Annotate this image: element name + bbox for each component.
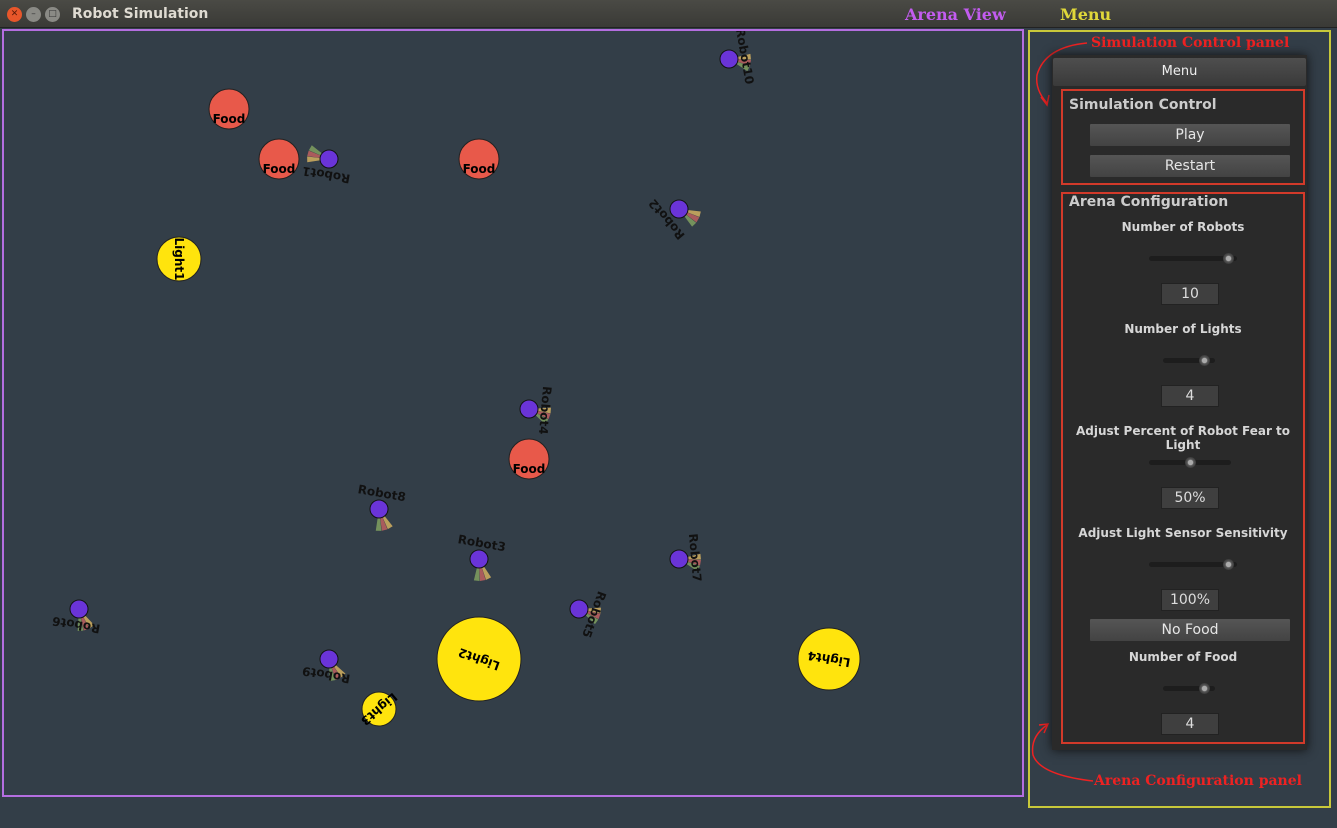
fear-percent-label: Adjust Percent of Robot Fear to Light: [1075, 424, 1291, 452]
food-item: Food: [258, 138, 300, 180]
robot-body: [319, 149, 339, 169]
robot-body: [469, 549, 489, 569]
robot-body: [719, 49, 739, 69]
robot-item: Robot5: [569, 589, 609, 640]
robot-item: Robot9: [301, 649, 351, 686]
food-label: Food: [513, 462, 546, 476]
light-layer: Light1 Light2 Light3 Light4: [156, 236, 861, 728]
no-food-button[interactable]: No Food: [1089, 618, 1291, 642]
arena-canvas: FoodFood FoodFood Light1Light2Light3Light…: [51, 31, 861, 728]
sensor-sensitivity-label: Adjust Light Sensor Sensitivity: [1078, 526, 1288, 540]
food-label: Food: [263, 162, 296, 176]
food-item: Food: [508, 438, 550, 480]
num-lights-slider[interactable]: [1163, 355, 1215, 366]
robot-layer: Robot1 Robot2 Robot3 Robot4 Robot5 Robot6 Robo…: [51, 31, 756, 686]
robot-item: Robot4: [519, 386, 554, 435]
robot-body: [319, 649, 339, 669]
food-item: Food: [458, 138, 500, 180]
arena-configuration-title: Arena Configuration: [1069, 194, 1229, 210]
robot-item: Robot7: [669, 533, 704, 582]
sensor-sensitivity-field[interactable]: 100%: [1161, 589, 1219, 611]
slider-knob[interactable]: [1222, 559, 1234, 570]
robot-body: [569, 599, 589, 619]
robot-body: [69, 599, 89, 619]
light-item: Light3: [358, 690, 400, 728]
robot-body: [669, 199, 689, 219]
simulation-control-section: Simulation Control Play Restart: [1061, 89, 1305, 185]
robot-item: Robot6: [51, 599, 101, 636]
fear-percent-field[interactable]: 50%: [1161, 487, 1219, 509]
play-button[interactable]: Play: [1089, 123, 1291, 147]
robot-item: Robot8: [357, 482, 407, 531]
fear-percent-slider[interactable]: [1149, 457, 1231, 468]
robot-item: Robot2: [646, 196, 701, 242]
simulation-control-title: Simulation Control: [1069, 97, 1217, 113]
food-item: Food: [208, 88, 250, 130]
arena-view-annotation: Arena View: [905, 5, 1006, 24]
num-lights-field[interactable]: 4: [1161, 385, 1219, 407]
food-label: Food: [213, 112, 246, 126]
num-robots-label: Number of Robots: [1121, 220, 1245, 234]
maximize-icon[interactable]: □: [45, 7, 60, 22]
sensor-sensitivity-slider[interactable]: [1149, 559, 1237, 570]
slider-knob[interactable]: [1222, 253, 1234, 264]
close-icon[interactable]: ✕: [7, 7, 22, 22]
num-food-field[interactable]: 4: [1161, 713, 1219, 735]
restart-button[interactable]: Restart: [1089, 154, 1291, 178]
robot-body: [519, 399, 539, 419]
num-food-slider[interactable]: [1163, 683, 1215, 694]
menu-button[interactable]: Menu: [1053, 58, 1306, 86]
slider-knob[interactable]: [1199, 683, 1211, 694]
robot-item: Robot10: [719, 31, 757, 85]
robot-label: Robot7: [686, 533, 704, 582]
window-titlebar: ✕ – □ Robot Simulation: [0, 0, 1337, 28]
minimize-icon[interactable]: –: [26, 7, 41, 22]
light-item: Light1: [156, 236, 202, 282]
robot-body: [369, 499, 389, 519]
robot-item: Robot3: [457, 532, 507, 581]
arena-configuration-section: Arena Configuration Number of Robots 10 …: [1061, 192, 1305, 744]
arena-view[interactable]: Food Food Food Food Light1 Light2 Light3 Light…: [2, 29, 1024, 797]
num-lights-label: Number of Lights: [1124, 322, 1242, 336]
robot-label: Robot4: [536, 386, 554, 435]
food-layer: Food Food Food Food: [208, 88, 550, 480]
slider-knob[interactable]: [1199, 355, 1211, 366]
num-robots-field[interactable]: 10: [1161, 283, 1219, 305]
window-title: Robot Simulation: [72, 6, 209, 22]
menu-annotation: Menu: [1060, 5, 1112, 24]
num-food-label: Number of Food: [1128, 650, 1238, 664]
food-label: Food: [463, 162, 496, 176]
light-item: Light2: [436, 616, 522, 702]
num-robots-slider[interactable]: [1149, 253, 1237, 264]
robot-item: Robot1: [301, 145, 351, 186]
robot-body: [669, 549, 689, 569]
slider-knob[interactable]: [1184, 457, 1196, 468]
light-item: Light4: [797, 627, 861, 691]
light-label: Light1: [172, 238, 186, 281]
